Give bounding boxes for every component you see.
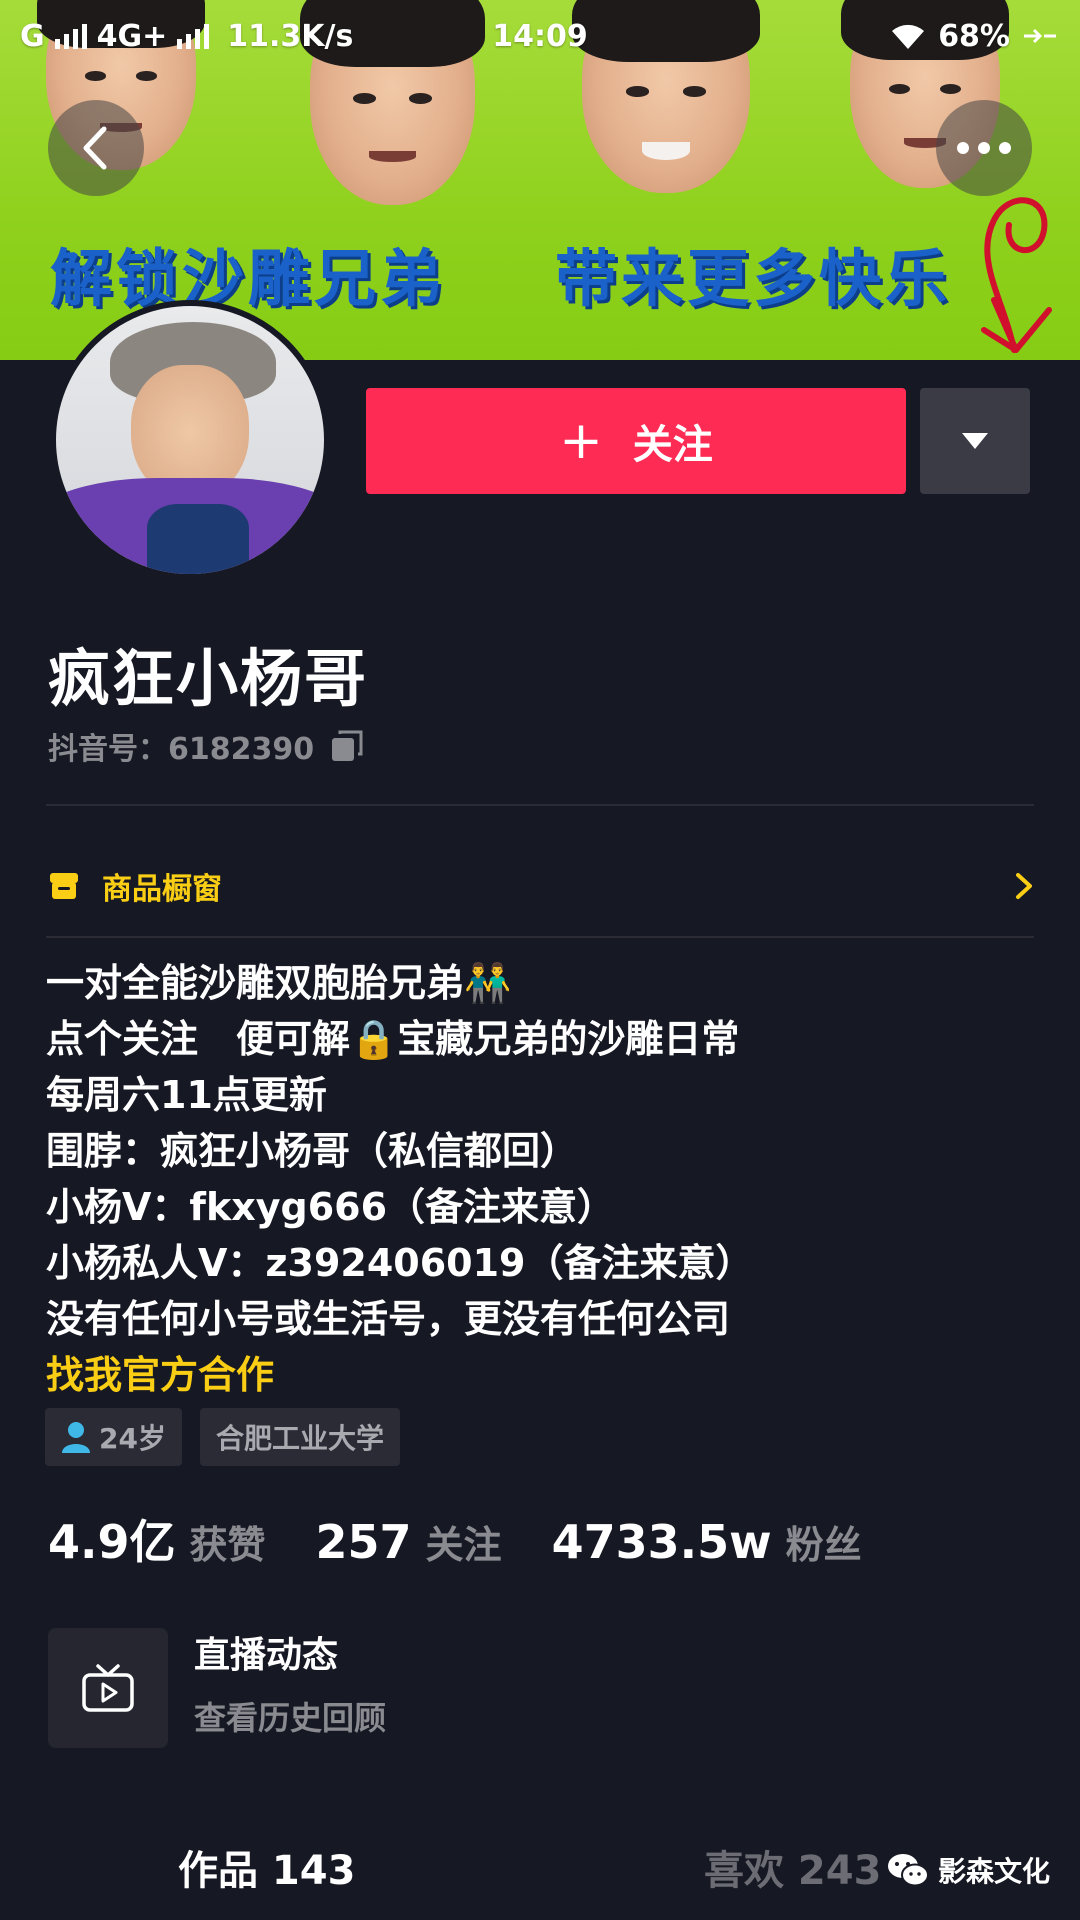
likes-count: 4.9亿	[48, 1515, 176, 1569]
wifi-icon	[892, 24, 925, 49]
following-count: 257	[315, 1515, 412, 1569]
school-tag[interactable]: 合肥工业大学	[199, 1408, 400, 1466]
copy-icon[interactable]	[330, 729, 364, 763]
fans-stat[interactable]: 4733.5w 粉丝	[552, 1514, 862, 1569]
bio-line: 小杨私人V：z392406019（备注来意）	[46, 1241, 754, 1285]
live-icon-box	[48, 1628, 168, 1748]
battery-level: 68%	[938, 18, 1010, 54]
likes-label: 获赞	[189, 1523, 266, 1567]
bio-line: 一对全能沙雕双胞胎兄弟👬	[46, 961, 512, 1005]
network-speed: 11.3K/s	[227, 18, 354, 54]
following-label: 关注	[425, 1523, 502, 1567]
profile-stats: 4.9亿 获赞 257 关注 4733.5w 粉丝	[48, 1506, 912, 1572]
bio-line: 点个关注 便可解🔒宝藏兄弟的沙雕日常	[46, 1017, 740, 1061]
bio-line: 没有任何小号或生活号，更没有任何公司	[46, 1297, 731, 1341]
following-stat[interactable]: 257 关注	[316, 1514, 502, 1569]
likes-stat: 4.9亿 获赞	[48, 1506, 266, 1572]
bio-line: 每周六11点更新	[46, 1073, 327, 1117]
live-title: 直播动态	[194, 1635, 339, 1676]
follow-button[interactable]: + 关注	[366, 388, 906, 494]
caret-down-icon	[962, 433, 988, 449]
douyin-id: 抖音号：6182390	[48, 732, 315, 767]
age-tag: 24岁	[45, 1408, 182, 1466]
divider	[46, 804, 1034, 806]
school-label: 合肥工业大学	[215, 1422, 384, 1455]
charging-icon	[1024, 28, 1056, 44]
chevron-right-icon	[1016, 873, 1032, 899]
shop-icon	[50, 873, 78, 899]
back-button[interactable]	[48, 100, 144, 196]
signal-icon	[54, 23, 87, 49]
divider	[46, 936, 1034, 938]
bio: 一对全能沙雕双胞胎兄弟👬 点个关注 便可解🔒宝藏兄弟的沙雕日常 每周六11点更新…	[46, 955, 1036, 1403]
bio-line: 围脖：疯狂小杨哥（私信都回）	[46, 1129, 579, 1173]
banner-text-right: 带来更多快乐	[555, 242, 952, 315]
fans-count: 4733.5w	[551, 1515, 772, 1569]
plus-icon: +	[559, 411, 603, 471]
tab-works[interactable]: 作品 143	[178, 1838, 355, 1896]
chevron-left-icon	[83, 126, 107, 170]
douyin-id-row: 抖音号：6182390	[48, 724, 364, 768]
profile-tags: 24岁 合肥工业大学	[45, 1408, 400, 1466]
official-cooperation-link[interactable]: 找我官方合作	[46, 1347, 1036, 1403]
banner-text-left: 解锁沙雕兄弟	[50, 242, 447, 315]
shop-window-label: 商品橱窗	[102, 872, 222, 907]
network-label: 4G+	[96, 18, 168, 54]
watermark: 影森文化	[886, 1850, 1050, 1890]
profile-name: 疯狂小杨哥	[48, 642, 369, 715]
bio-line: 小杨V：fkxyg666（备注来意）	[46, 1185, 616, 1229]
more-options-button[interactable]	[936, 100, 1032, 196]
person-icon	[62, 1422, 90, 1453]
shop-window-row[interactable]: 商品橱窗	[48, 858, 1034, 914]
fans-label: 粉丝	[785, 1523, 862, 1567]
live-subtitle: 查看历史回顾	[194, 1699, 387, 1737]
carrier-label: G	[20, 18, 45, 54]
age-label: 24岁	[99, 1422, 166, 1455]
wechat-icon	[888, 1854, 929, 1887]
live-history-card[interactable]: 直播动态 查看历史回顾	[48, 1628, 386, 1748]
status-bar: G 4G+ 11.3K/s 14:09 68%	[0, 0, 1080, 72]
tv-play-icon	[82, 1664, 134, 1712]
ellipsis-icon	[957, 142, 1011, 154]
tab-likes[interactable]: 喜欢 243	[704, 1838, 881, 1896]
recommend-dropdown-button[interactable]	[920, 388, 1030, 494]
signal-icon	[177, 23, 210, 49]
avatar[interactable]	[50, 300, 330, 580]
follow-label: 关注	[632, 422, 713, 468]
watermark-label: 影森文化	[938, 1855, 1051, 1888]
